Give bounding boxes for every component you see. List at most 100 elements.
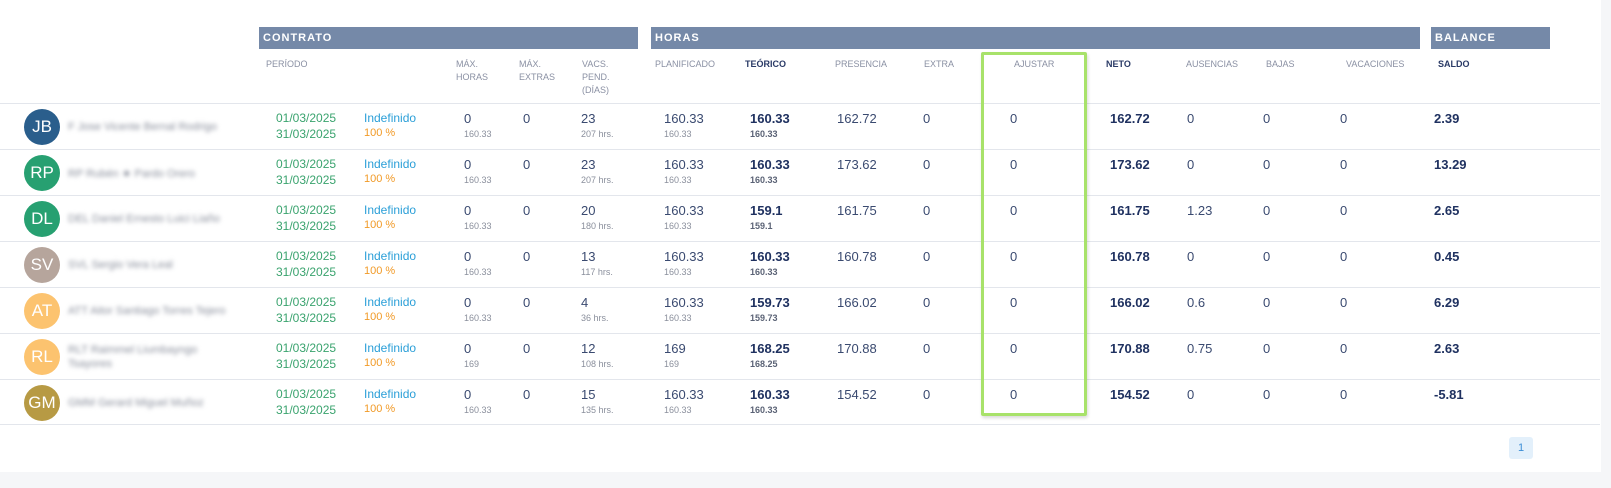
table-row[interactable]: GM GMM Gerard Miguel Muñoz 01/03/2025 31/03… bbox=[0, 379, 1600, 426]
table-row[interactable]: AT ATT Aitor Santiago Torres Tejero 01/03/… bbox=[0, 287, 1600, 334]
period-start: 01/03/2025 bbox=[276, 203, 337, 217]
presencia-value: 161.75 bbox=[837, 203, 877, 218]
extra-value: 0 bbox=[923, 157, 931, 172]
col-vacaciones[interactable]: VACACIONES bbox=[1346, 58, 1404, 71]
teorico-value: 160.33 bbox=[750, 111, 790, 126]
contract-type[interactable]: Indefinido bbox=[364, 111, 416, 125]
bajas-value: 0 bbox=[1263, 157, 1271, 172]
vacs-pend-value: 12 bbox=[581, 341, 596, 356]
employee-name[interactable]: F Jose Vicente Bernal Rodrigo bbox=[68, 121, 217, 133]
teorico-sub: 160.33 bbox=[750, 129, 778, 139]
contract-percentage: 100 % bbox=[364, 357, 396, 369]
col-max-horas-line2: HORAS bbox=[456, 72, 489, 82]
section-balance: BALANCE bbox=[1431, 27, 1550, 49]
col-periodo[interactable]: PERÍODO bbox=[266, 58, 308, 71]
avatar[interactable]: AT bbox=[24, 293, 60, 329]
extra-value: 0 bbox=[923, 341, 931, 356]
saldo-value: 2.63 bbox=[1434, 341, 1460, 356]
table-row[interactable]: SV SVL Sergio Vera Leal 01/03/2025 31/03/20… bbox=[0, 241, 1600, 288]
col-teorico[interactable]: TEÓRICO bbox=[745, 58, 786, 71]
planificado-value: 160.33 bbox=[664, 111, 704, 126]
col-vacs-pend[interactable]: VACS. PEND. (DÍAS) bbox=[582, 58, 610, 97]
vacs-pend-value: 13 bbox=[581, 249, 596, 264]
max-horas-sub: 160.33 bbox=[464, 267, 492, 277]
max-extras-value: 0 bbox=[523, 111, 531, 126]
employee-name[interactable]: RP Rubén ★ Pardo Orero bbox=[68, 167, 195, 180]
period-start: 01/03/2025 bbox=[276, 295, 337, 309]
max-extras-value: 0 bbox=[523, 341, 531, 356]
avatar[interactable]: RL bbox=[24, 339, 60, 375]
ausencias-value: 0.6 bbox=[1187, 295, 1206, 310]
teorico-value: 160.33 bbox=[750, 157, 790, 172]
vacs-pend-hours: 36 hrs. bbox=[581, 313, 609, 323]
employee-name[interactable]: DEL Daniel Ernesto Luici Liaño bbox=[68, 213, 220, 225]
pagination-page-button[interactable]: 1 bbox=[1509, 437, 1533, 459]
max-horas-sub: 160.33 bbox=[464, 221, 492, 231]
planificado-sub: 160.33 bbox=[664, 175, 692, 185]
teorico-sub: 168.25 bbox=[750, 359, 778, 369]
extra-value: 0 bbox=[923, 249, 931, 264]
col-neto[interactable]: NETO bbox=[1106, 58, 1131, 71]
col-presencia[interactable]: PRESENCIA bbox=[835, 58, 887, 71]
saldo-value: 2.39 bbox=[1434, 111, 1460, 126]
page-right-edge bbox=[1601, 0, 1611, 488]
vacs-pend-value: 20 bbox=[581, 203, 596, 218]
col-max-extras[interactable]: MÁX. EXTRAS bbox=[519, 58, 555, 84]
col-ausencias[interactable]: AUSENCIAS bbox=[1186, 58, 1238, 71]
contract-percentage: 100 % bbox=[364, 127, 396, 139]
table-row[interactable]: RP RP Rubén ★ Pardo Orero 01/03/2025 31/03/… bbox=[0, 149, 1600, 196]
contract-type[interactable]: Indefinido bbox=[364, 249, 416, 263]
employee-name[interactable]: RLT Raimmel Liumbayngo bbox=[68, 344, 197, 356]
planificado-sub: 160.33 bbox=[664, 221, 692, 231]
section-horas: HORAS bbox=[651, 27, 1420, 49]
max-extras-value: 0 bbox=[523, 295, 531, 310]
contract-type[interactable]: Indefinido bbox=[364, 157, 416, 171]
employee-name[interactable]: SVL Sergio Vera Leal bbox=[68, 259, 173, 271]
vacs-pend-value: 4 bbox=[581, 295, 589, 310]
neto-value: 162.72 bbox=[1110, 111, 1150, 126]
contract-type[interactable]: Indefinido bbox=[364, 203, 416, 217]
col-planificado[interactable]: PLANIFICADO bbox=[655, 58, 715, 71]
teorico-value: 159.1 bbox=[750, 203, 783, 218]
teorico-sub: 159.1 bbox=[750, 221, 773, 231]
col-extra[interactable]: EXTRA bbox=[924, 58, 954, 71]
ausencias-value: 1.23 bbox=[1187, 203, 1213, 218]
col-vacs-line1: VACS. bbox=[582, 59, 609, 69]
contract-type[interactable]: Indefinido bbox=[364, 295, 416, 309]
planificado-sub: 160.33 bbox=[664, 129, 692, 139]
contract-type[interactable]: Indefinido bbox=[364, 387, 416, 401]
col-saldo[interactable]: SALDO bbox=[1438, 58, 1470, 71]
extra-value: 0 bbox=[923, 387, 931, 402]
col-vacs-line2: PEND. bbox=[582, 72, 610, 82]
avatar[interactable]: JB bbox=[24, 109, 60, 145]
bajas-value: 0 bbox=[1263, 203, 1271, 218]
col-bajas[interactable]: BAJAS bbox=[1266, 58, 1295, 71]
avatar[interactable]: SV bbox=[24, 247, 60, 283]
period-end: 31/03/2025 bbox=[276, 219, 337, 233]
bajas-value: 0 bbox=[1263, 111, 1271, 126]
teorico-sub: 160.33 bbox=[750, 175, 778, 185]
table-row[interactable]: DL DEL Daniel Ernesto Luici Liaño 01/03/20… bbox=[0, 195, 1600, 242]
table-row[interactable]: RL RLT Raimmel Liumbayngo Tsayores 01/03/20… bbox=[0, 333, 1600, 380]
teorico-value: 168.25 bbox=[750, 341, 790, 356]
employee-name-line2[interactable]: Tsayores bbox=[68, 358, 112, 370]
contract-type[interactable]: Indefinido bbox=[364, 341, 416, 355]
employee-name[interactable]: GMM Gerard Miguel Muñoz bbox=[68, 397, 204, 409]
vacaciones-value: 0 bbox=[1340, 111, 1348, 126]
avatar[interactable]: RP bbox=[24, 155, 60, 191]
avatar[interactable]: GM bbox=[24, 385, 60, 421]
neto-value: 173.62 bbox=[1110, 157, 1150, 172]
avatar[interactable]: DL bbox=[24, 201, 60, 237]
vacs-pend-hours: 117 hrs. bbox=[581, 267, 613, 277]
contract-percentage: 100 % bbox=[364, 403, 396, 415]
max-horas-value: 0 bbox=[464, 295, 472, 310]
extra-value: 0 bbox=[923, 295, 931, 310]
period-start: 01/03/2025 bbox=[276, 387, 337, 401]
col-max-horas[interactable]: MÁX. HORAS bbox=[456, 58, 488, 84]
col-vacs-line3: (DÍAS) bbox=[582, 85, 609, 95]
employee-name[interactable]: ATT Aitor Santiago Torres Tejero bbox=[68, 305, 226, 317]
planificado-value: 160.33 bbox=[664, 387, 704, 402]
saldo-value: 13.29 bbox=[1434, 157, 1467, 172]
table-row[interactable]: JB F Jose Vicente Bernal Rodrigo 01/03/202… bbox=[0, 103, 1600, 150]
neto-value: 160.78 bbox=[1110, 249, 1150, 264]
